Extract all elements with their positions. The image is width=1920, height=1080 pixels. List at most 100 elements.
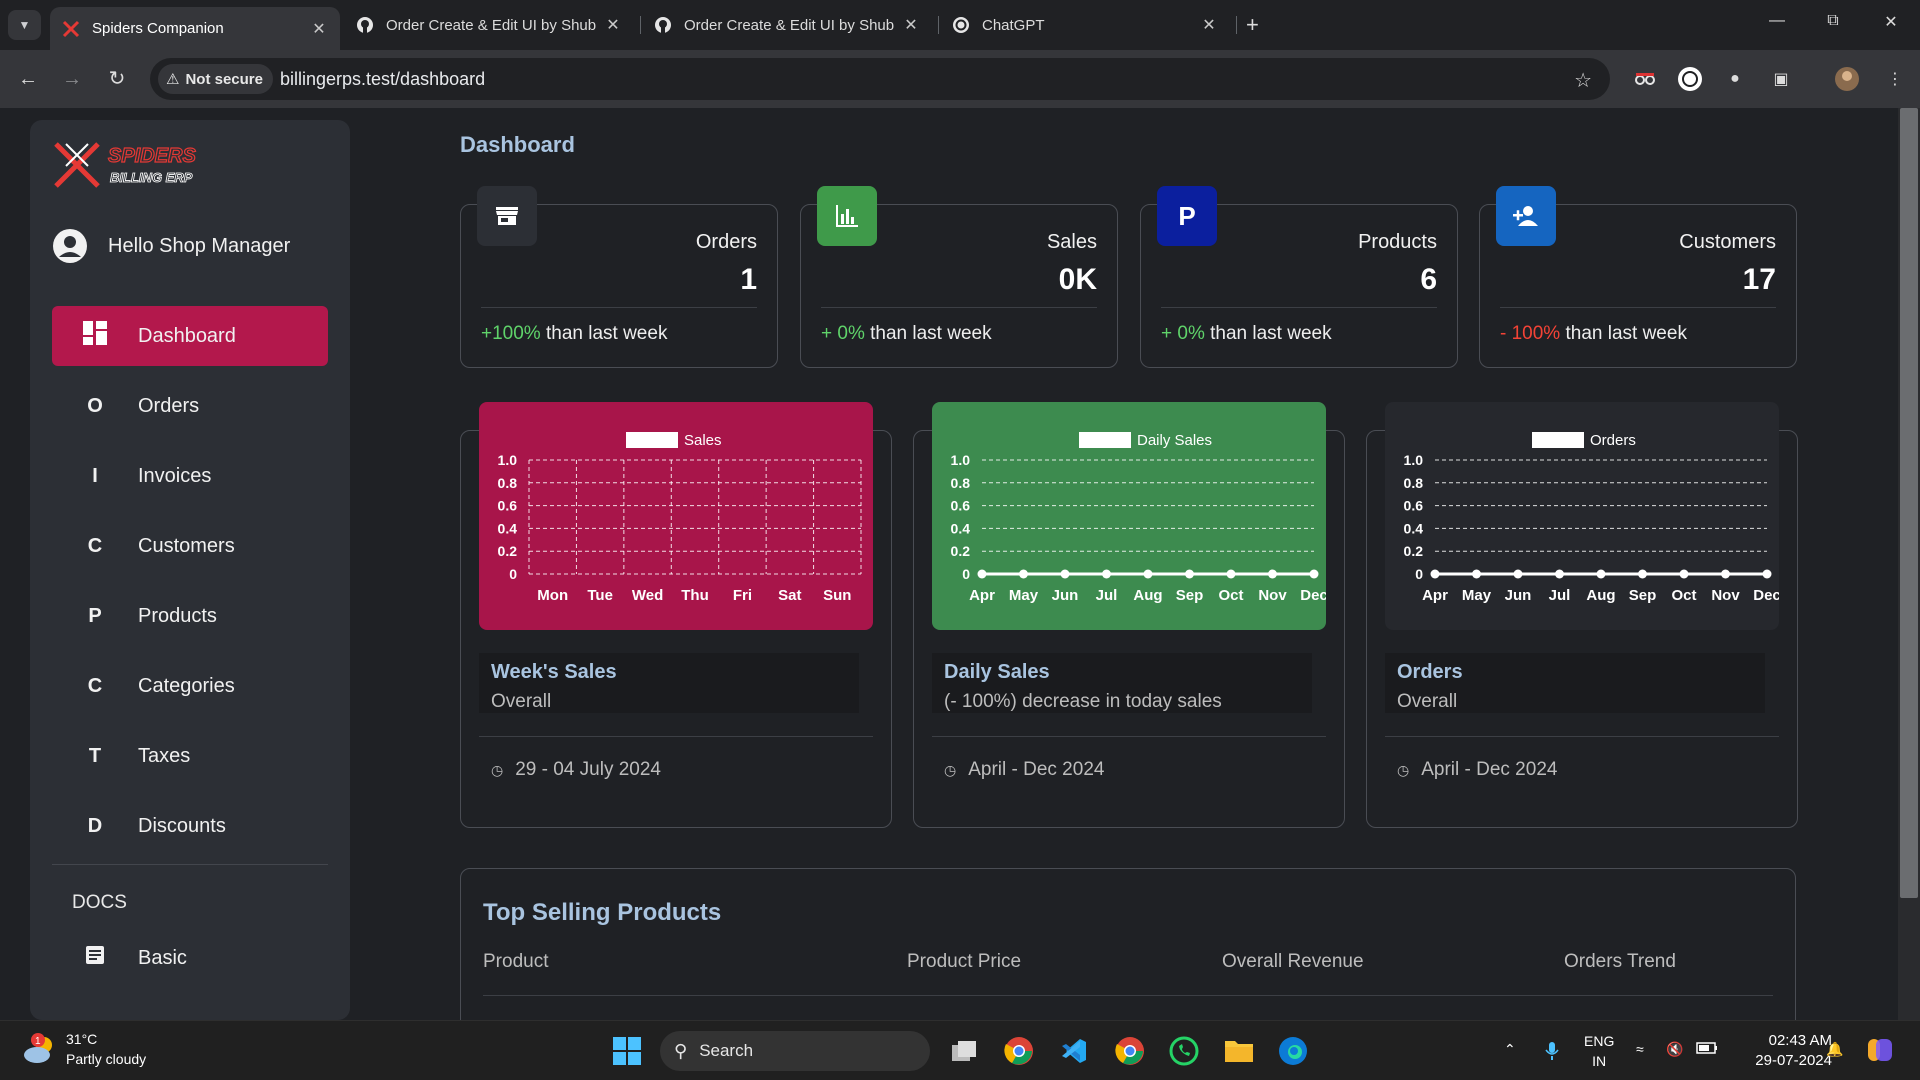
tab-search-button[interactable]: ▼	[8, 10, 41, 40]
system-clock[interactable]: 02:43 AM 29-07-2024	[1736, 1031, 1832, 1071]
search-label: Search	[699, 1041, 754, 1060]
column-header: Product	[483, 951, 549, 972]
chevron-down-icon: ▼	[18, 18, 31, 32]
url-text[interactable]: billingerps.test/dashboard	[280, 69, 485, 90]
y-tick-label: 0.6	[1404, 498, 1424, 514]
browser-tab[interactable]: Order Create & Edit UI by Shub ✕	[344, 7, 634, 43]
stat-value: 17	[1742, 263, 1776, 296]
bookmark-star-icon[interactable]: ☆	[1574, 68, 1592, 93]
browser-tab-active[interactable]: Spiders Companion ✕	[50, 7, 340, 50]
wifi-icon[interactable]: ≈	[1636, 1041, 1644, 1057]
weather-alert-count: 1	[35, 1036, 41, 1047]
stat-label: Sales	[1046, 231, 1097, 253]
x-tick-label: Aug	[1133, 587, 1162, 604]
stat-card-products: P Products 6 + 0% than last week	[1140, 186, 1458, 368]
chart-divider	[1385, 736, 1779, 737]
stat-change: + 0%	[1161, 323, 1205, 344]
chart-footer-text: April - Dec 2024	[1421, 759, 1558, 780]
sidebar-item-label: Categories	[138, 674, 235, 697]
stat-card-customers: Customers 17 - 100% than last week	[1479, 186, 1797, 368]
stat-card-sales: Sales 0K + 0% than last week	[800, 186, 1118, 368]
close-icon[interactable]: ✕	[310, 19, 328, 39]
window-close-icon[interactable]: ✕	[1876, 12, 1906, 32]
chevron-up-icon[interactable]: ⌃	[1504, 1041, 1516, 1058]
clock-time: 02:43 AM	[1768, 1032, 1832, 1049]
security-indicator[interactable]: ⚠ Not secure	[158, 64, 273, 94]
chart-card-orders: Orders 1.0 0.8 0.6 0.4 0.2 0 Apr May Jun Jul Aug Sep…	[1366, 402, 1798, 828]
back-icon[interactable]: ←	[16, 68, 40, 90]
notification-bell-icon[interactable]: 🔔	[1826, 1041, 1843, 1058]
microphone-icon[interactable]	[1545, 1041, 1559, 1064]
daily-sales-chart: Daily Sales 1.0 0.8 0.6 0.4 0.2 0 Apr May Jun Jul A…	[932, 402, 1326, 630]
extension-circle-icon[interactable]	[1677, 66, 1703, 92]
chart-footer: ◷ April - Dec 2024	[944, 759, 1104, 781]
sidebar-item-discounts[interactable]: D Discounts	[52, 796, 328, 856]
minimize-icon[interactable]: —	[1762, 12, 1792, 30]
edge-icon[interactable]	[1273, 1031, 1313, 1071]
restore-icon[interactable]: ⧉	[1818, 12, 1848, 30]
address-bar[interactable]: ⚠ Not secure billingerps.test/dashboard …	[150, 58, 1610, 100]
sidebar-item-orders[interactable]: O Orders	[52, 376, 328, 436]
chart-footer: ◷ April - Dec 2024	[1397, 759, 1557, 781]
sidebar-item-label: Taxes	[138, 744, 191, 767]
sidebar-item-dashboard[interactable]: Dashboard	[52, 306, 328, 366]
menu-dots-icon[interactable]: ⋮	[1882, 66, 1908, 92]
reload-icon[interactable]: ↻	[105, 68, 129, 90]
y-tick-label: 1.0	[498, 452, 518, 468]
profile-avatar-icon[interactable]	[1834, 66, 1860, 92]
y-tick-label: 0.4	[951, 520, 971, 536]
x-tick-label: Dec	[1300, 587, 1326, 604]
taskbar-search[interactable]: ⚲ Search	[660, 1031, 930, 1071]
new-tab-icon[interactable]: +	[1246, 12, 1259, 38]
search-icon: ⚲	[674, 1040, 688, 1061]
browser-tab[interactable]: Order Create & Edit UI by Shub ✕	[642, 7, 932, 43]
whatsapp-icon[interactable]	[1164, 1031, 1204, 1071]
chrome-profile-icon[interactable]	[1110, 1031, 1150, 1071]
close-icon[interactable]: ✕	[604, 15, 622, 35]
forward-icon[interactable]: →	[60, 68, 84, 90]
data-point	[1060, 569, 1070, 579]
x-tick-label: Mon	[537, 587, 568, 604]
data-point	[1472, 569, 1481, 579]
tab-title: Order Create & Edit UI by Shub	[684, 16, 895, 34]
scrollbar-thumb[interactable]	[1900, 108, 1918, 898]
x-tick-label: Apr	[1422, 587, 1448, 604]
sidebar-item-taxes[interactable]: T Taxes	[52, 726, 328, 786]
windows-start-icon[interactable]	[607, 1031, 647, 1071]
clock-date: 29-07-2024	[1755, 1052, 1832, 1069]
sidebar-item-label: Dashboard	[138, 324, 236, 347]
extension-icon[interactable]: ●	[1722, 66, 1748, 92]
chrome-icon[interactable]	[999, 1031, 1039, 1071]
data-point	[1268, 569, 1277, 579]
chatgpt-icon	[952, 16, 970, 34]
volume-muted-icon[interactable]: 🔇	[1666, 1041, 1683, 1058]
x-tick-label: May	[1462, 587, 1492, 604]
file-explorer-icon[interactable]	[1219, 1031, 1259, 1071]
stat-value: 6	[1420, 263, 1437, 296]
spiders-billing-erp-logo[interactable]: SPIDERS BILLING ERP	[52, 140, 222, 190]
browser-toolbar: ← → ↻ ⚠ Not secure billingerps.test/dash…	[0, 50, 1920, 108]
sidebar-item-customers[interactable]: C Customers	[52, 516, 328, 576]
data-point	[1226, 569, 1236, 579]
task-view-icon[interactable]	[944, 1031, 984, 1071]
extension-glasses-icon[interactable]	[1632, 66, 1658, 92]
language-indicator[interactable]: ENG IN	[1584, 1031, 1614, 1071]
y-tick-label: 0	[1415, 566, 1423, 582]
letter-icon: O	[87, 394, 103, 417]
greeting-text: Hello Shop Manager	[108, 234, 291, 257]
table-header-divider	[483, 995, 1773, 996]
copilot-icon[interactable]	[1866, 1035, 1896, 1068]
weather-widget[interactable]: 1 31°C Partly cloudy	[22, 1029, 146, 1069]
close-icon[interactable]: ✕	[1200, 15, 1218, 35]
sidebar-item-categories[interactable]: C Categories	[52, 656, 328, 716]
close-icon[interactable]: ✕	[902, 15, 920, 35]
vscode-icon[interactable]	[1054, 1031, 1094, 1071]
stat-divider	[821, 307, 1097, 308]
sidebar-item-products[interactable]: P Products	[52, 586, 328, 646]
browser-tab[interactable]: ChatGPT ✕	[940, 7, 1230, 43]
extensions-puzzle-icon[interactable]: ▣	[1768, 66, 1794, 92]
battery-icon[interactable]	[1696, 1041, 1718, 1058]
sidebar-item-basic[interactable]: Basic	[52, 930, 328, 986]
sidebar-item-invoices[interactable]: I Invoices	[52, 446, 328, 506]
sidebar-item-label: Invoices	[138, 464, 212, 487]
